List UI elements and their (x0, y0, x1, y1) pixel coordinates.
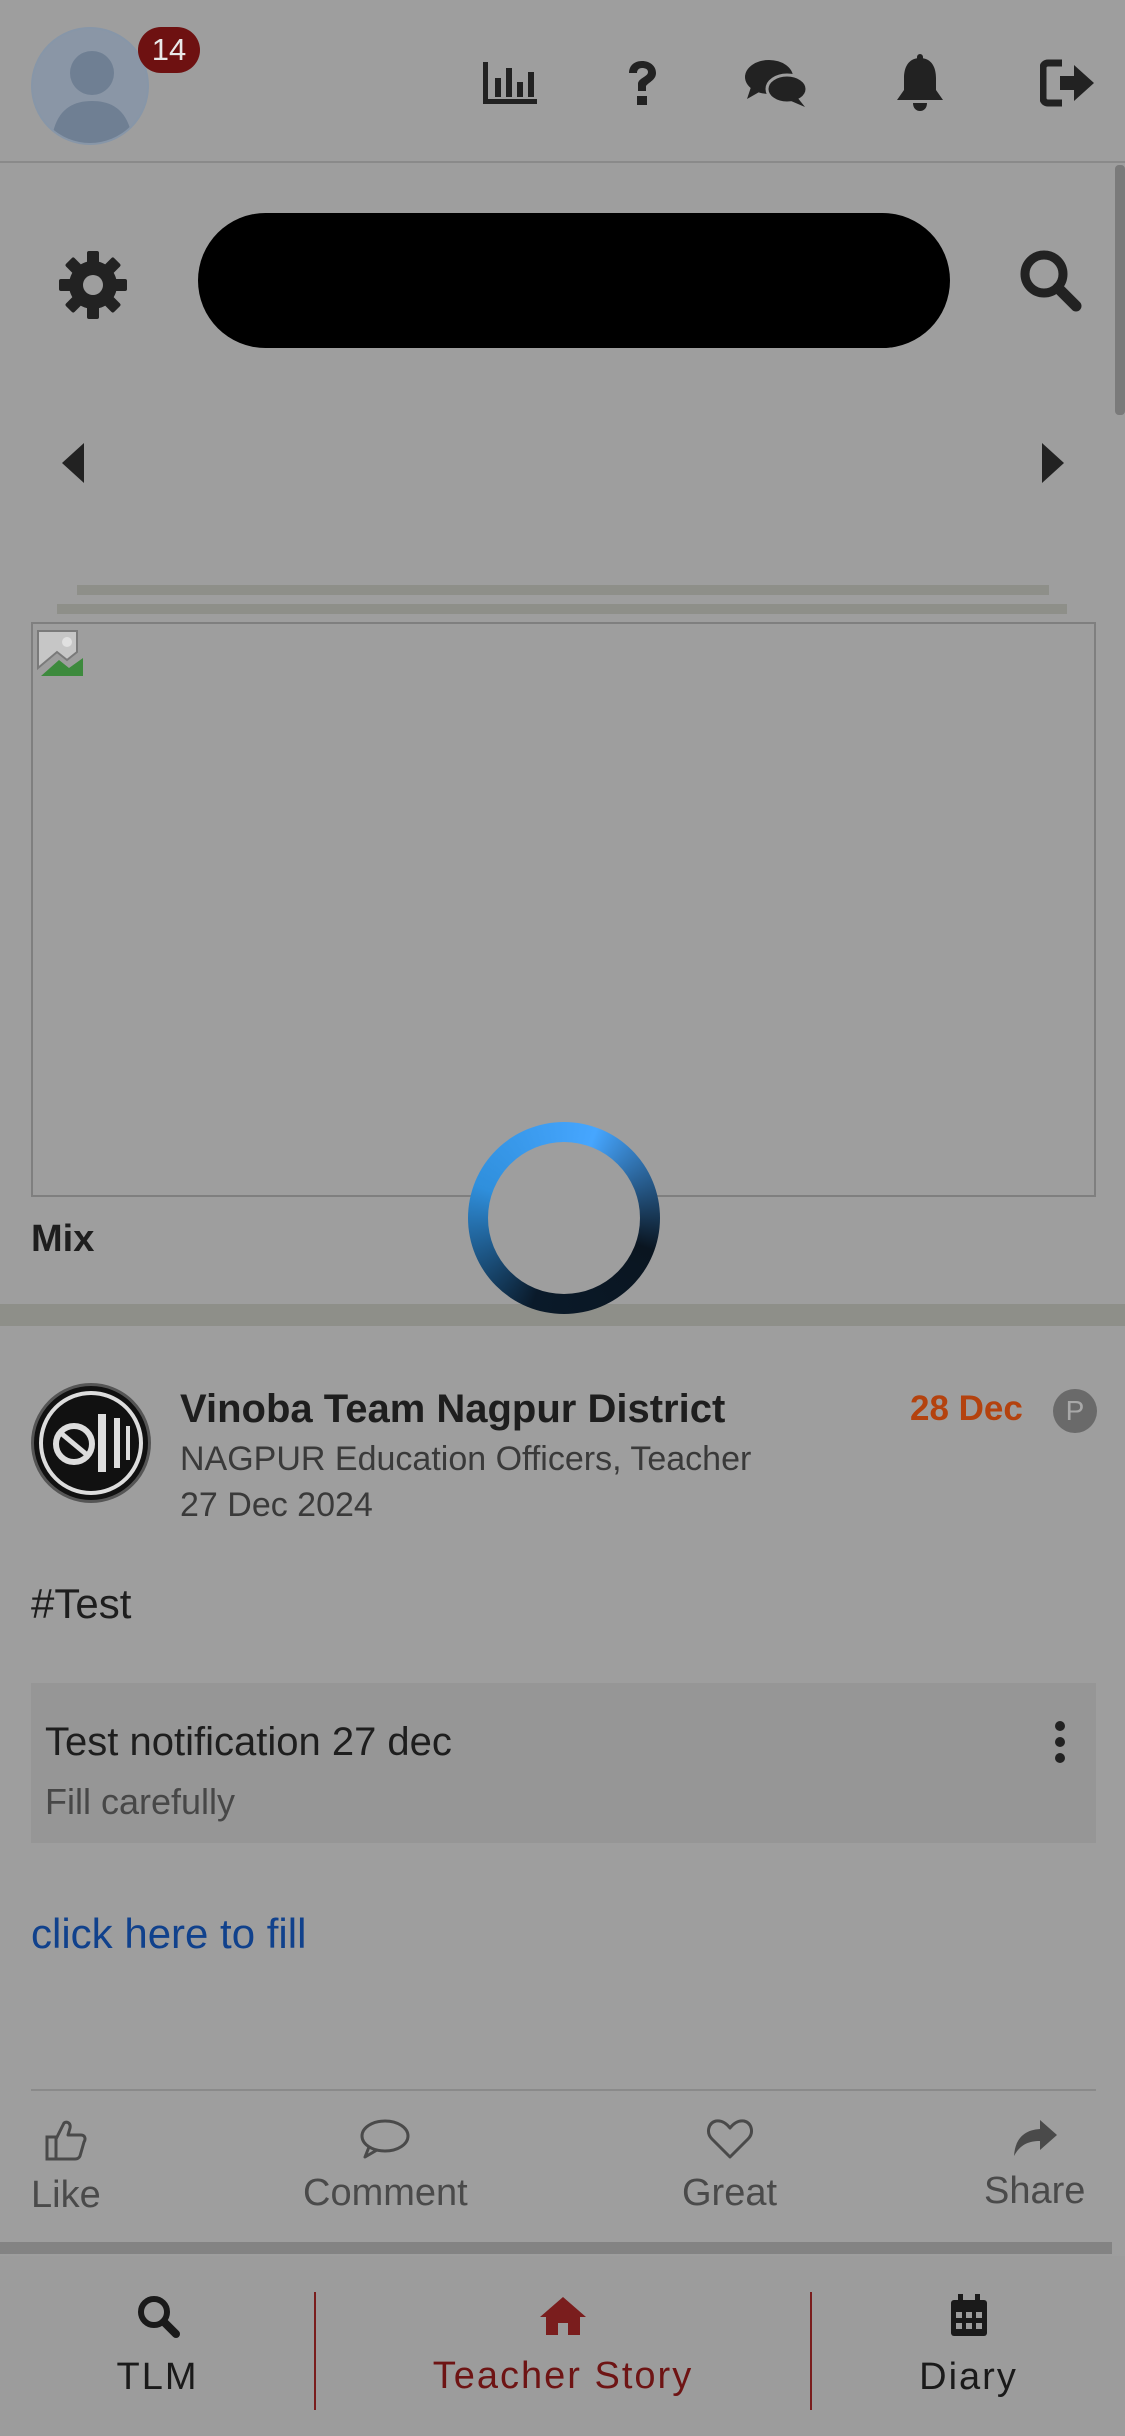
notification-title: Test notification 27 dec (45, 1720, 452, 1764)
actions-divider (31, 2089, 1096, 2091)
nav-tlm[interactable]: TLM (0, 2256, 315, 2436)
post-author[interactable]: Vinoba Team Nagpur District (180, 1387, 725, 1432)
great-button[interactable]: Great (682, 2118, 777, 2215)
notification-count-badge: 14 (138, 27, 200, 73)
page: 14 Mix Vinoba Team Nagpur District NAGPU… (0, 0, 1125, 2436)
heart-icon (706, 2119, 753, 2159)
search-icon[interactable] (1018, 248, 1088, 318)
comment-label: Comment (303, 2172, 468, 2214)
stats-icon[interactable] (480, 53, 540, 113)
nav-diary-label: Diary (919, 2355, 1018, 2398)
like-label: Like (31, 2174, 101, 2216)
help-icon[interactable] (620, 53, 664, 113)
user-avatar[interactable] (31, 27, 149, 145)
comment-icon (360, 2119, 410, 2159)
bottom-navigation: TLM Teacher Story Diary (0, 2256, 1125, 2436)
comment-button[interactable]: Comment (303, 2118, 468, 2215)
vinoba-logo-icon (39, 1391, 143, 1495)
great-label: Great (682, 2172, 778, 2214)
bell-icon[interactable] (892, 53, 948, 113)
post-date: 27 Dec 2024 (180, 1486, 373, 1524)
nav-diary[interactable]: Diary (812, 2256, 1125, 2436)
nav-teacher-story-label: Teacher Story (432, 2354, 694, 2397)
banner-divider-top (77, 585, 1049, 595)
logout-icon[interactable] (1038, 53, 1098, 113)
nav-tlm-label: TLM (116, 2355, 199, 2398)
top-header: 14 (0, 0, 1125, 163)
calendar-icon (950, 2293, 987, 2336)
fill-form-link[interactable]: click here to fill (31, 1910, 306, 1958)
broken-image-icon (37, 630, 85, 678)
more-options-icon[interactable] (1054, 1721, 1066, 1763)
visibility-badge: P (1053, 1389, 1097, 1433)
date-badge: 28 Dec (910, 1389, 1023, 1428)
chat-icon[interactable] (742, 53, 810, 113)
scrollbar[interactable] (1115, 165, 1125, 415)
gear-icon[interactable] (58, 250, 128, 320)
thumbs-up-icon (45, 2120, 87, 2161)
share-label: Share (984, 2170, 1086, 2212)
search-icon (137, 2295, 180, 2338)
notification-subtitle: Fill carefully (45, 1781, 236, 1822)
banner-divider-bottom (57, 604, 1067, 614)
user-silhouette-icon (51, 51, 133, 143)
post-bottom-divider (0, 2242, 1112, 2254)
author-avatar[interactable] (31, 1383, 151, 1503)
carousel-prev-icon[interactable] (58, 440, 88, 486)
banner-image[interactable] (31, 622, 1096, 1197)
share-button[interactable]: Share (984, 2118, 1085, 2213)
share-icon (1013, 2120, 1057, 2156)
like-button[interactable]: Like (31, 2118, 101, 2217)
loading-spinner (468, 1122, 660, 1314)
category-label: Mix (31, 1218, 95, 1260)
post-author-role: NAGPUR Education Officers, Teacher (180, 1440, 752, 1478)
notification-card[interactable]: Test notification 27 dec Fill carefully (31, 1683, 1096, 1843)
carousel-next-icon[interactable] (1038, 440, 1068, 486)
home-icon (540, 2296, 586, 2335)
search-input[interactable] (198, 213, 950, 348)
post-hashtag[interactable]: #Test (31, 1580, 131, 1628)
nav-teacher-story[interactable]: Teacher Story (316, 2256, 810, 2436)
